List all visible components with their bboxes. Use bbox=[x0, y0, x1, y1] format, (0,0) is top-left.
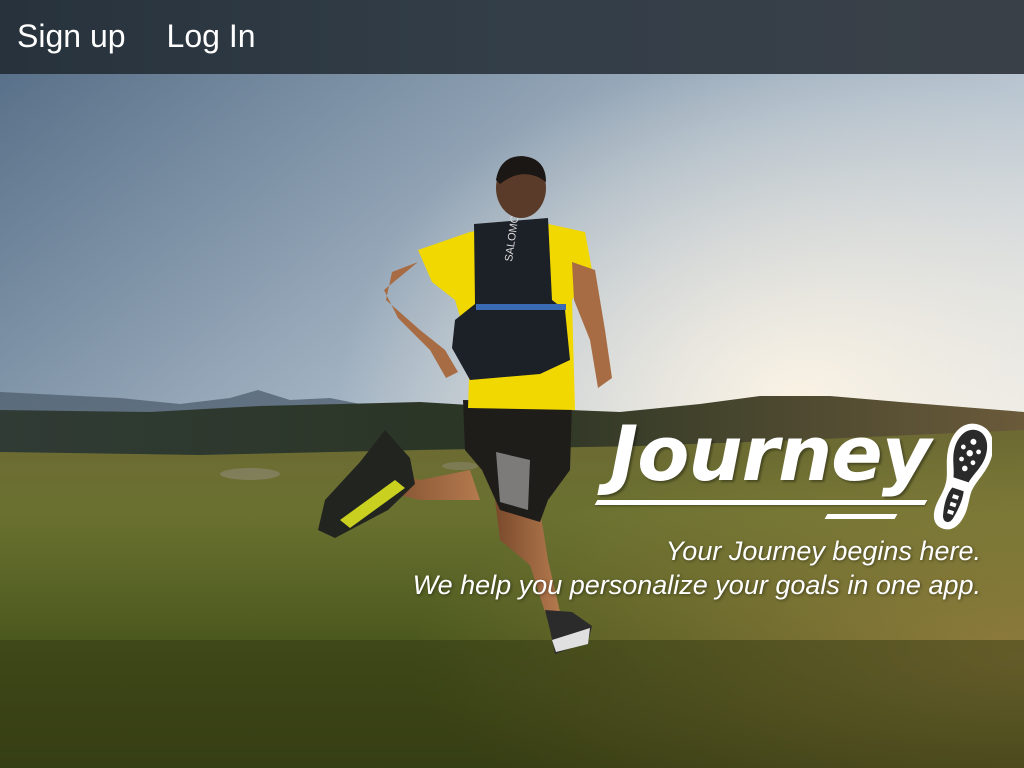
brand-wordmark: Journey bbox=[610, 409, 931, 498]
login-link[interactable]: Log In bbox=[167, 20, 256, 52]
hero-tagline: Your Journey begins here. We help you pe… bbox=[413, 534, 981, 602]
hero-image: SALOMON bbox=[0, 0, 1024, 768]
signup-link[interactable]: Sign up bbox=[17, 20, 126, 52]
landing-page: SALOMON Sign up Log In Journey Your Jour… bbox=[0, 0, 1024, 768]
top-navigation-bar: Sign up Log In bbox=[0, 0, 1024, 74]
tagline-line-2: We help you personalize your goals in on… bbox=[412, 570, 981, 600]
shoe-sole-icon bbox=[933, 423, 992, 530]
brand-underline bbox=[594, 500, 928, 505]
tagline-line-1: Your Journey begins here. bbox=[665, 536, 981, 566]
brand-logo: Journey bbox=[594, 409, 996, 536]
brand-underline-accent bbox=[824, 514, 898, 519]
